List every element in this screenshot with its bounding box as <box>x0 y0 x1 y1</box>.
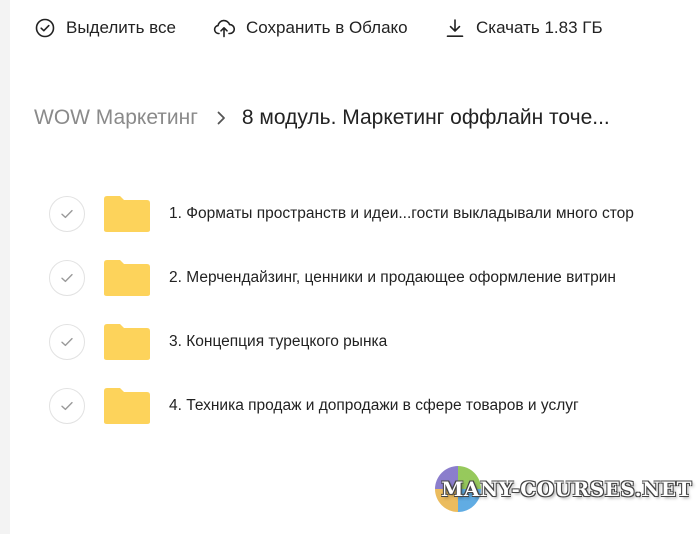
download-icon <box>445 18 465 38</box>
watermark: MANY-COURSES.NET <box>435 466 692 512</box>
folder-name: 1. Форматы пространств и идеи...гости вы… <box>169 205 634 222</box>
folder-icon <box>103 387 151 425</box>
watermark-text: MANY-COURSES.NET <box>441 477 692 501</box>
folder-name: 2. Мерчендайзинг, ценники и продающее оф… <box>169 269 616 286</box>
breadcrumb: WOW Маркетинг 8 модуль. Маркетинг оффлай… <box>34 104 610 132</box>
folder-icon <box>103 259 151 297</box>
save-to-cloud-label: Сохранить в Облако <box>246 18 408 37</box>
breadcrumb-current: 8 модуль. Маркетинг оффлайн точе... <box>241 106 610 129</box>
folder-row[interactable]: 4. Техника продаж и допродажи в сфере то… <box>49 374 649 438</box>
save-to-cloud-button[interactable]: Сохранить в Облако <box>213 18 445 38</box>
chevron-right-icon <box>216 110 226 126</box>
breadcrumb-parent-link[interactable]: WOW Маркетинг <box>34 106 198 130</box>
toolbar: Выделить все Сохранить в Облако Скачать … <box>35 16 603 40</box>
select-all-label: Выделить все <box>66 18 176 37</box>
folder-name: 4. Техника продаж и допродажи в сфере то… <box>169 397 579 414</box>
folder-row[interactable]: 2. Мерчендайзинг, ценники и продающее оф… <box>49 246 649 310</box>
select-all-button[interactable]: Выделить все <box>35 18 213 38</box>
row-checkbox[interactable] <box>49 260 85 296</box>
folder-row[interactable]: 3. Концепция турецкого рынка <box>49 310 649 374</box>
checkmark-icon <box>61 273 73 283</box>
row-checkbox[interactable] <box>49 324 85 360</box>
folder-list: 1. Форматы пространств и идеи...гости вы… <box>49 182 649 438</box>
checkmark-icon <box>61 337 73 347</box>
check-circle-icon <box>35 18 55 38</box>
checkmark-icon <box>61 401 73 411</box>
download-label: Скачать 1.83 ГБ <box>476 18 603 37</box>
left-edge-panel <box>0 0 10 534</box>
checkmark-icon <box>61 209 73 219</box>
folder-icon <box>103 323 151 361</box>
folder-icon <box>103 195 151 233</box>
download-button[interactable]: Скачать 1.83 ГБ <box>445 18 603 38</box>
cloud-upload-icon <box>213 18 235 38</box>
row-checkbox[interactable] <box>49 388 85 424</box>
folder-row[interactable]: 1. Форматы пространств и идеи...гости вы… <box>49 182 649 246</box>
folder-name: 3. Концепция турецкого рынка <box>169 333 388 350</box>
row-checkbox[interactable] <box>49 196 85 232</box>
